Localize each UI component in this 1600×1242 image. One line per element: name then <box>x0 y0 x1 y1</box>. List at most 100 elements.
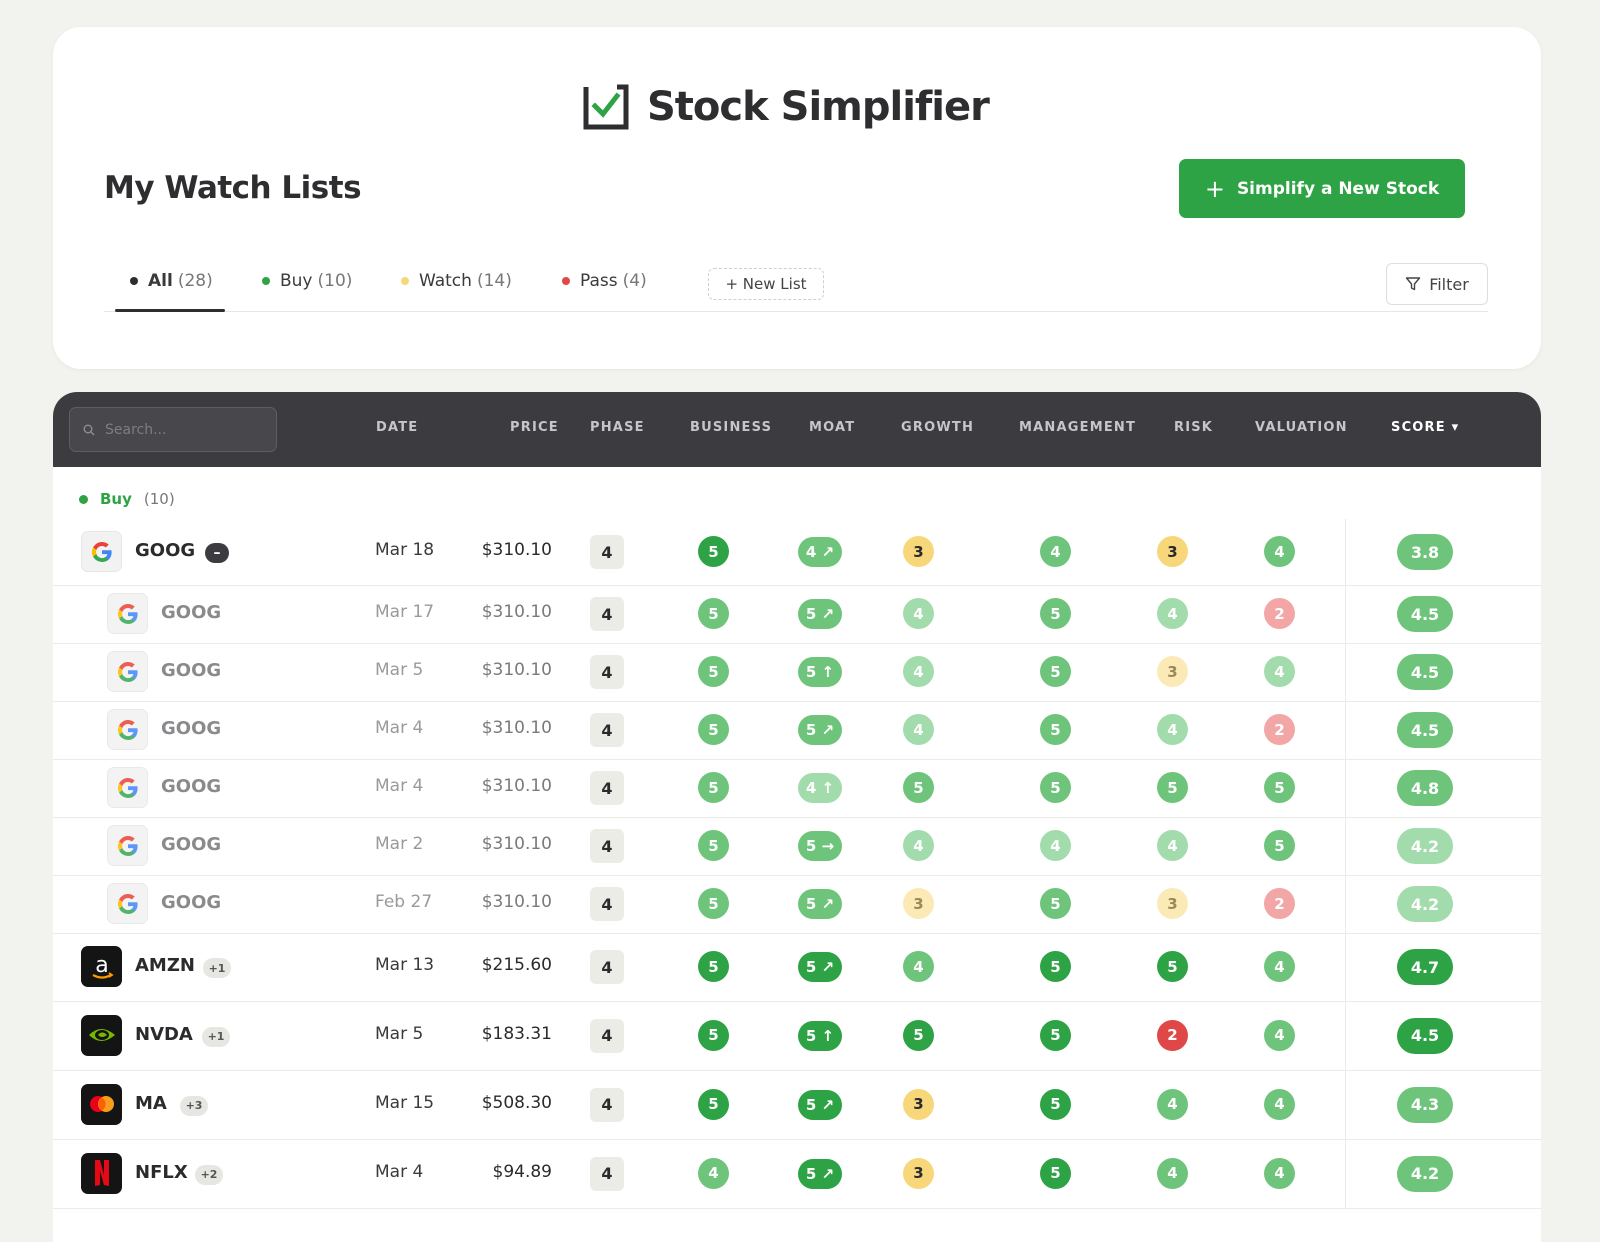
checkbox-logo-icon <box>583 84 629 130</box>
search-box[interactable] <box>69 407 277 452</box>
valuation-rating: 4 <box>1264 1019 1295 1051</box>
ticker-symbol[interactable]: NVDA <box>135 1024 193 1045</box>
date-cell: Mar 18 <box>375 540 435 560</box>
extra-entries-badge[interactable]: +2 <box>195 1164 223 1185</box>
filter-icon <box>1405 277 1421 291</box>
growth-rating: 4 <box>903 714 934 745</box>
column-header-price[interactable]: PRICE <box>510 420 559 435</box>
ticker-symbol[interactable]: GOOG <box>161 892 221 913</box>
tab-count: (14) <box>476 271 512 291</box>
risk-rating: 5 <box>1157 951 1188 982</box>
extra-entries-badge[interactable]: +1 <box>202 1026 230 1047</box>
ticker-symbol[interactable]: AMZN <box>135 955 195 976</box>
table-row[interactable]: a AMZN +1 Mar 13 $215.60 4 5 4 5 5 4 5 ↗ 4.7 <box>53 933 1541 1002</box>
new-list-button[interactable]: + New List <box>708 268 824 300</box>
score-badge: 4.2 <box>1397 828 1453 864</box>
price-cell: $215.60 <box>481 955 552 975</box>
search-icon <box>83 424 95 435</box>
moat-rating: 5 ↑ <box>798 1020 842 1051</box>
valuation-rating: 4 <box>1264 1088 1295 1120</box>
table-row[interactable]: MA +3 Mar 15 $508.30 4 5 3 5 4 4 5 ↗ 4.3 <box>53 1070 1541 1140</box>
score-column-divider <box>1345 875 1346 933</box>
ticker-symbol[interactable]: GOOG <box>161 834 221 855</box>
table-row[interactable]: GOOG Mar 2 $310.10 4 5 4 4 4 5 5 → 4.2 <box>53 817 1541 876</box>
date-cell: Mar 13 <box>375 955 435 975</box>
management-rating: 4 <box>1040 536 1071 567</box>
ticker-symbol[interactable]: NFLX <box>135 1162 188 1183</box>
tab-label: Buy <box>280 271 313 291</box>
table-row[interactable]: GOOG Mar 4 $310.10 4 5 5 5 5 5 4 ↑ 4.8 <box>53 759 1541 818</box>
column-header-date[interactable]: DATE <box>376 420 418 435</box>
tab-count: (28) <box>177 271 213 291</box>
table-row[interactable]: NVDA +1 Mar 5 $183.31 4 5 5 5 2 4 5 ↑ 4.5 <box>53 1001 1541 1071</box>
search-input[interactable] <box>103 420 267 439</box>
score-badge: 4.5 <box>1397 712 1453 748</box>
valuation-rating: 5 <box>1264 772 1295 803</box>
filter-label: Filter <box>1429 274 1469 294</box>
score-column-divider <box>1345 701 1346 759</box>
tab-pass[interactable]: Pass (4) <box>562 271 647 291</box>
extra-entries-badge[interactable]: +1 <box>203 958 231 978</box>
column-header-valuation[interactable]: VALUATION <box>1255 420 1348 435</box>
table-row[interactable]: GOOG Feb 27 $310.10 4 5 3 5 3 2 5 ↗ 4.2 <box>53 875 1541 934</box>
tab-dot <box>262 277 270 285</box>
valuation-rating: 4 <box>1264 656 1295 687</box>
table-row[interactable]: GOOG Mar 17 $310.10 4 5 4 5 4 2 5 ↗ 4.5 <box>53 585 1541 644</box>
tab-dot <box>130 277 138 285</box>
ticker-symbol[interactable]: GOOG <box>161 602 221 623</box>
group-name: Buy <box>100 490 132 508</box>
business-rating: 5 <box>698 951 729 982</box>
score-badge: 4.2 <box>1397 1155 1453 1192</box>
collapse-toggle[interactable]: – <box>205 543 229 563</box>
ticker-symbol[interactable]: GOOG <box>161 660 221 681</box>
app-logo[interactable]: Stock Simplifier <box>583 83 990 131</box>
column-header-business[interactable]: BUSINESS <box>690 420 772 435</box>
extra-entries-badge[interactable]: +3 <box>180 1095 208 1116</box>
growth-rating: 3 <box>903 1088 934 1120</box>
column-header-phase[interactable]: PHASE <box>590 420 645 435</box>
price-cell: $310.10 <box>481 776 552 796</box>
phase-badge: 4 <box>590 950 624 984</box>
ticker-symbol[interactable]: GOOG <box>161 718 221 739</box>
table-row[interactable]: GOOG Mar 5 $310.10 4 5 4 5 3 4 5 ↑ 4.5 <box>53 643 1541 702</box>
price-cell: $508.30 <box>481 1092 552 1113</box>
column-header-score[interactable]: SCORE ▾ <box>1391 420 1459 435</box>
tab-buy[interactable]: Buy (10) <box>262 271 352 291</box>
price-cell: $94.89 <box>492 1161 552 1182</box>
column-header-management[interactable]: MANAGEMENT <box>1019 420 1136 435</box>
date-cell: Mar 4 <box>375 1161 424 1182</box>
table-row[interactable]: GOOG Mar 4 $310.10 4 5 4 5 4 2 5 ↗ 4.5 <box>53 701 1541 760</box>
moat-rating: 5 ↑ <box>798 657 842 687</box>
ticker-symbol[interactable]: GOOG <box>161 776 221 797</box>
valuation-rating: 4 <box>1264 536 1295 567</box>
phase-badge: 4 <box>590 713 624 747</box>
phase-badge: 4 <box>590 829 624 863</box>
price-cell: $310.10 <box>481 834 552 854</box>
tab-dot <box>401 277 409 285</box>
date-cell: Mar 17 <box>375 602 435 622</box>
table-row[interactable]: GOOG – Mar 18 $310.10 4 5 3 4 3 4 4 ↗ 3.8 <box>53 519 1541 586</box>
price-cell: $310.10 <box>481 602 552 622</box>
tab-watch[interactable]: Watch (14) <box>401 271 512 291</box>
management-rating: 5 <box>1040 888 1071 919</box>
management-rating: 5 <box>1040 656 1071 687</box>
score-badge: 4.5 <box>1397 1017 1453 1054</box>
column-header-moat[interactable]: MOAT <box>809 420 855 435</box>
simplify-new-stock-button[interactable]: + Simplify a New Stock <box>1179 159 1465 218</box>
app-name: Stock Simplifier <box>647 84 990 130</box>
ticker-symbol[interactable]: MA <box>135 1093 167 1114</box>
ticker-symbol[interactable]: GOOG <box>135 540 195 561</box>
column-header-risk[interactable]: RISK <box>1174 420 1213 435</box>
google-logo-icon <box>81 531 122 572</box>
management-rating: 5 <box>1040 951 1071 982</box>
tab-all[interactable]: All (28) <box>130 271 213 291</box>
valuation-rating: 4 <box>1264 1157 1295 1189</box>
growth-rating: 4 <box>903 598 934 629</box>
date-cell: Mar 5 <box>375 660 424 680</box>
management-rating: 5 <box>1040 714 1071 745</box>
table-row[interactable]: NFLX +2 Mar 4 $94.89 4 4 3 5 4 4 5 ↗ 4.2 <box>53 1139 1541 1209</box>
filter-button[interactable]: Filter <box>1386 263 1488 305</box>
table-header: DATE PRICE PHASE BUSINESS MOAT GROWTH MA… <box>53 392 1541 467</box>
group-header-buy[interactable]: Buy (10) <box>79 490 175 508</box>
column-header-growth[interactable]: GROWTH <box>901 420 974 435</box>
